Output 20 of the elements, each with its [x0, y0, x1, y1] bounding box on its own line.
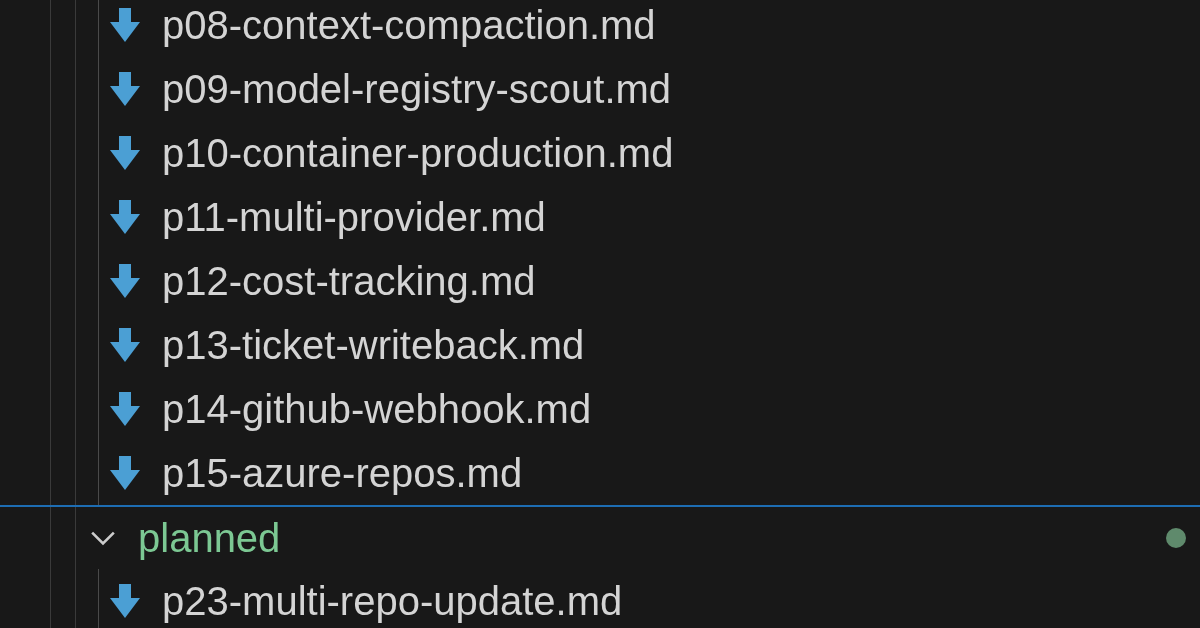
download-arrow-icon [110, 392, 140, 426]
download-arrow-icon [110, 264, 140, 298]
download-arrow-icon [110, 72, 140, 106]
file-name[interactable]: p08-context-compaction.md [162, 2, 656, 48]
file-name[interactable]: p23-multi-repo-update.md [162, 578, 623, 624]
file-name[interactable]: p11-multi-provider.md [162, 194, 546, 240]
download-arrow-icon [110, 136, 140, 170]
file-name[interactable]: p09-model-registry-scout.md [162, 66, 672, 112]
file-name[interactable]: p14-github-webhook.md [162, 386, 592, 432]
download-arrow-icon [110, 200, 140, 234]
chevron-icon[interactable] [90, 530, 116, 546]
file-name[interactable]: p13-ticket-writeback.md [162, 322, 585, 368]
folder-name[interactable]: planned [138, 515, 281, 561]
download-arrow-icon [110, 456, 140, 490]
download-arrow-icon [110, 584, 140, 618]
file-name[interactable]: p15-azure-repos.md [162, 450, 523, 496]
download-arrow-icon [110, 328, 140, 362]
file-name[interactable]: p10-container-production.md [162, 130, 674, 176]
download-arrow-icon [110, 8, 140, 42]
file-name[interactable]: p12-cost-tracking.md [162, 258, 536, 304]
